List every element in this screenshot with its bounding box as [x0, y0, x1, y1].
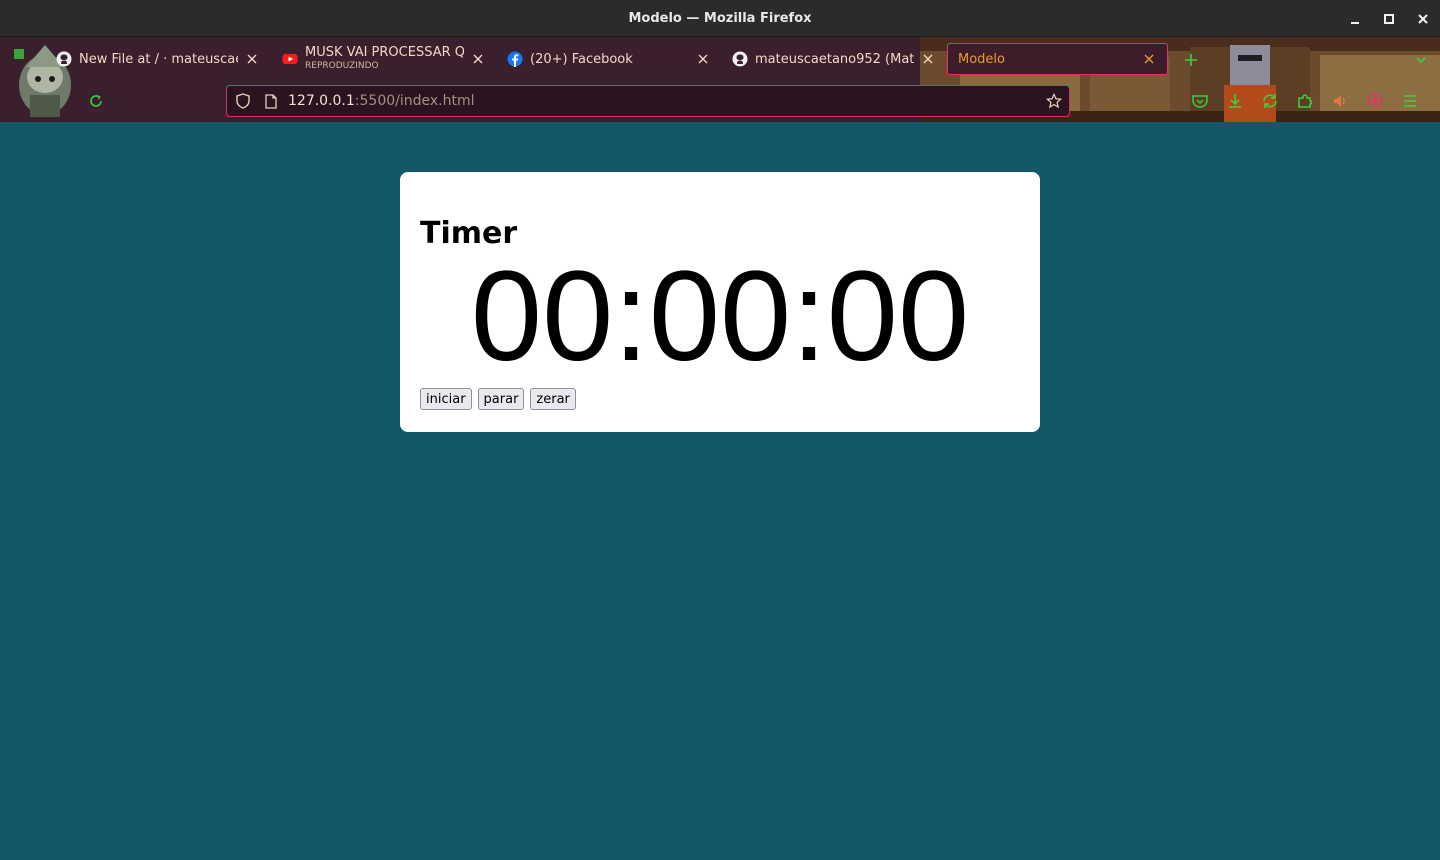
reload-icon[interactable]: [86, 91, 106, 111]
stop-button[interactable]: parar: [477, 388, 525, 410]
github-icon: [732, 51, 748, 67]
facebook-icon: [507, 51, 523, 67]
close-tab-icon[interactable]: [695, 51, 711, 67]
github-icon: [56, 51, 72, 67]
toolbar-icons: [1190, 91, 1435, 111]
new-tab-plus-icon[interactable]: [1180, 49, 1202, 71]
page-info-icon[interactable]: [263, 93, 279, 109]
maximize-icon[interactable]: [1372, 0, 1406, 37]
tab-modelo-active[interactable]: Modelo: [947, 43, 1168, 75]
address-bar[interactable]: 127.0.0.1:5500/index.html: [226, 85, 1070, 117]
os-window-titlebar: Modelo — Mozilla Firefox: [0, 0, 1440, 37]
url-path: :5500/index.html: [354, 93, 475, 109]
url-text[interactable]: 127.0.0.1:5500/index.html: [288, 93, 475, 109]
url-host: 127.0.0.1: [288, 93, 355, 109]
tab-title: New File at / · mateuscaetano: [79, 51, 238, 67]
reset-button[interactable]: zerar: [530, 388, 576, 410]
tracking-protection-shield-icon[interactable]: [235, 93, 251, 109]
window-title: Modelo — Mozilla Firefox: [628, 10, 812, 26]
tab-github-profile[interactable]: mateuscaetano952 (Mateus: [722, 43, 946, 75]
list-all-tabs-chevron-icon[interactable]: [1412, 51, 1430, 69]
extensions-puzzle-icon[interactable]: [1295, 91, 1315, 111]
close-tab-icon[interactable]: [244, 51, 260, 67]
tab-github-new-file[interactable]: New File at / · mateuscaetano: [46, 43, 270, 75]
tab-title: mateuscaetano952 (Mateus: [755, 51, 914, 67]
menu-hamburger-icon[interactable]: [1400, 91, 1420, 111]
close-tab-icon[interactable]: [920, 51, 936, 67]
browser-toolbar: New File at / · mateuscaetano MUSK VAI P…: [0, 37, 1440, 122]
audio-speaker-icon[interactable]: [1330, 91, 1350, 111]
downloads-icon[interactable]: [1225, 91, 1245, 111]
tab-title: (20+) Facebook: [530, 51, 633, 67]
pocket-icon[interactable]: [1190, 91, 1210, 111]
youtube-icon: [282, 51, 298, 67]
tab-title: MUSK VAI PROCESSAR QUEM: [305, 46, 464, 61]
tab-facebook[interactable]: (20+) Facebook: [497, 43, 721, 75]
navigation-bar: 127.0.0.1:5500/index.html: [0, 81, 1440, 121]
start-button[interactable]: iniciar: [420, 388, 472, 410]
tab-label-group: MUSK VAI PROCESSAR QUEM REPRODUZINDO: [305, 46, 464, 71]
window-controls: [1338, 0, 1440, 37]
tab-playing-status: REPRODUZINDO: [305, 61, 379, 72]
tab-strip: New File at / · mateuscaetano MUSK VAI P…: [44, 41, 1440, 77]
close-tab-icon[interactable]: [1141, 51, 1157, 67]
minimize-icon[interactable]: [1338, 0, 1372, 37]
sync-icon[interactable]: [1260, 91, 1280, 111]
tab-youtube[interactable]: MUSK VAI PROCESSAR QUEM REPRODUZINDO: [272, 43, 496, 75]
bookmark-star-icon[interactable]: [1046, 93, 1062, 109]
tab-title: Modelo: [958, 51, 1005, 67]
close-tab-icon[interactable]: [470, 51, 486, 67]
timer-controls: iniciar parar zerar: [420, 388, 582, 410]
record-icon[interactable]: [1365, 91, 1385, 111]
timer-display: 00:00:00: [470, 245, 970, 388]
close-window-icon[interactable]: [1406, 0, 1440, 37]
timer-card: Timer 00:00:00 iniciar parar zerar: [400, 172, 1040, 432]
